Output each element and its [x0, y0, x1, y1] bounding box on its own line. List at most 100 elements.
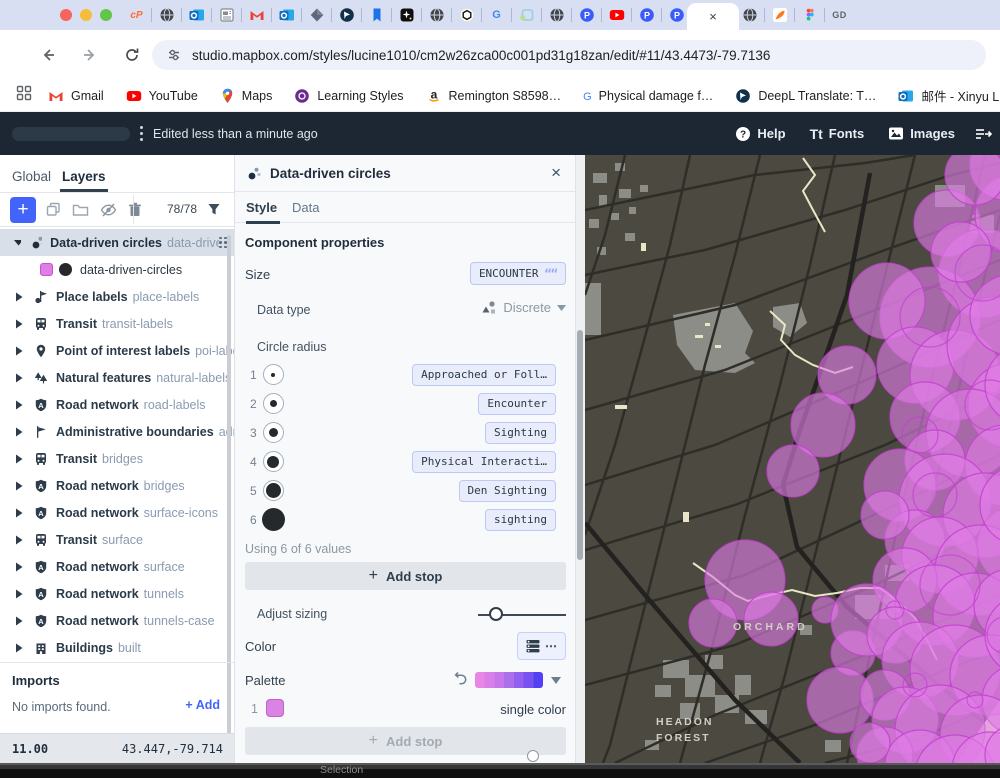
expand-caret-icon[interactable] — [16, 346, 23, 356]
globe-tab-icon[interactable] — [158, 7, 175, 24]
color-stop-swatch[interactable] — [266, 699, 284, 717]
size-value-button[interactable]: ENCOUNTER““ — [470, 262, 566, 285]
stop-value-button[interactable]: Den Sighting — [459, 480, 556, 502]
stop-value-button[interactable]: Encounter — [478, 393, 556, 415]
site-settings-icon[interactable] — [166, 47, 182, 63]
pblue-tab-icon[interactable]: P — [578, 7, 595, 24]
adjust-sizing-slider[interactable] — [478, 614, 566, 616]
bookmark-tab-icon[interactable] — [368, 7, 385, 24]
close-icon[interactable]: × — [551, 163, 561, 183]
undo-icon[interactable] — [453, 670, 468, 686]
layer-row[interactable]: ARoad networkroad-labels — [0, 391, 235, 418]
gmail-tab-icon[interactable] — [248, 7, 265, 24]
globe-tab-icon[interactable] — [548, 7, 565, 24]
back-icon[interactable] — [34, 41, 62, 69]
help-button[interactable]: ? Help — [735, 126, 785, 142]
expand-caret-icon[interactable] — [16, 562, 23, 572]
expand-caret-icon[interactable] — [16, 481, 23, 491]
bookmark-youtube[interactable]: YouTube — [126, 88, 198, 104]
layer-row[interactable]: Place labelsplace-labels — [0, 283, 235, 310]
expand-caret-icon[interactable] — [16, 643, 23, 653]
data-circle[interactable] — [850, 723, 890, 763]
frame-tab-icon[interactable] — [518, 7, 535, 24]
stop-value-button[interactable]: Sighting — [485, 422, 556, 444]
style-name-pill[interactable] — [12, 127, 130, 141]
layer-row[interactable]: ARoad networktunnels-case — [0, 607, 235, 634]
palette-gradient[interactable] — [475, 672, 543, 688]
map-canvas[interactable]: ORCHARDHEADONFOREST — [585, 155, 1000, 763]
figma-tab-icon[interactable] — [801, 7, 818, 24]
expand-caret-icon[interactable] — [16, 400, 23, 410]
window-close-button[interactable] — [60, 9, 72, 21]
bookmark-deepl[interactable]: DeepL Translate: T… — [735, 88, 876, 104]
slider-thumb[interactable] — [489, 607, 503, 621]
expand-caret-icon[interactable] — [16, 535, 23, 545]
tab-style[interactable]: Style — [246, 200, 277, 215]
panel-scrollbar[interactable] — [577, 330, 583, 560]
tab-overflow-text[interactable]: GD — [831, 7, 848, 24]
bookmark-maps[interactable]: Maps — [220, 88, 273, 104]
add-import-button[interactable]: + Add — [185, 698, 220, 712]
hide-layer-icon[interactable] — [100, 202, 117, 223]
google-tab-icon[interactable]: G — [488, 7, 505, 24]
globe-tab-icon[interactable] — [428, 7, 445, 24]
sparkle-tab-icon[interactable] — [398, 7, 415, 24]
pblue-tab-icon[interactable]: P — [638, 7, 655, 24]
data-type-value[interactable]: Discrete — [481, 300, 566, 315]
expand-caret-icon[interactable] — [16, 292, 23, 302]
add-layer-button[interactable]: + — [10, 197, 36, 223]
bookmark-purple[interactable]: Learning Styles — [294, 88, 403, 104]
expand-caret-icon[interactable] — [16, 319, 23, 329]
expand-caret-icon[interactable] — [16, 616, 23, 626]
data-circle[interactable] — [931, 222, 991, 282]
style-menu-icon[interactable] — [140, 125, 143, 143]
expand-caret-icon[interactable] — [16, 508, 23, 518]
openai-tab-icon[interactable] — [458, 7, 475, 24]
forward-icon[interactable] — [76, 41, 104, 69]
tab-layers[interactable]: Layers — [62, 169, 106, 184]
expand-caret-icon[interactable] — [16, 454, 23, 464]
window-minimize-button[interactable] — [80, 9, 92, 21]
outlook-tab-icon[interactable] — [278, 7, 295, 24]
expand-caret-icon[interactable] — [16, 427, 23, 437]
expand-caret-icon[interactable] — [16, 589, 23, 599]
cpanel-tab-icon[interactable]: cP — [128, 7, 145, 24]
deepl-tab-icon[interactable] — [338, 7, 355, 24]
layer-row[interactable]: Transitbridges — [0, 445, 235, 472]
globe-tab-icon[interactable] — [741, 7, 758, 24]
window-zoom-button[interactable] — [100, 9, 112, 21]
delete-layer-icon[interactable] — [128, 202, 142, 222]
reload-icon[interactable] — [118, 41, 146, 69]
youtube-tab-icon[interactable] — [608, 7, 625, 24]
fonts-button[interactable]: Tt Fonts — [810, 126, 865, 142]
group-layers-icon[interactable] — [72, 202, 89, 222]
outlook-tab-icon[interactable] — [188, 7, 205, 24]
cube-tab-icon[interactable] — [308, 7, 325, 24]
layer-row[interactable]: Buildingsbuilt — [0, 634, 235, 661]
tab-global[interactable]: Global — [12, 169, 51, 184]
bookmark-google[interactable]: GPhysical damage f… — [583, 87, 713, 105]
apps-grid-icon[interactable] — [16, 85, 32, 106]
data-circle[interactable] — [744, 592, 798, 646]
stop-value-button[interactable]: Approached or Foll… — [412, 364, 556, 386]
filter-layers-icon[interactable] — [207, 202, 221, 221]
export-panel-icon[interactable] — [975, 126, 998, 142]
collapse-caret-icon[interactable] — [14, 239, 21, 246]
url-bar[interactable]: studio.mapbox.com/styles/lucine1010/cm2w… — [152, 40, 986, 70]
layer-row[interactable]: Transittransit-labels — [0, 310, 235, 337]
layer-row[interactable]: Administrative boundariesadmin — [0, 418, 235, 445]
stop-value-button[interactable]: sighting — [485, 509, 556, 531]
add-color-stop-button[interactable]: +Add stop — [245, 727, 566, 755]
bookmark-gmail[interactable]: Gmail — [48, 88, 104, 104]
layer-row[interactable]: Natural featuresnatural-labels — [0, 364, 235, 391]
data-circle[interactable] — [861, 491, 909, 539]
news-tab-icon[interactable] — [218, 7, 235, 24]
images-button[interactable]: Images — [888, 126, 955, 141]
layer-row[interactable]: ARoad networkbridges — [0, 472, 235, 499]
data-circle[interactable] — [689, 599, 737, 647]
layer-group-row-selected[interactable]: Data-driven circles data-driven-ci — [0, 229, 235, 256]
data-circle[interactable] — [767, 445, 819, 497]
active-tab[interactable]: × — [687, 3, 739, 30]
layer-row[interactable]: Point of interest labelspoi-labels — [0, 337, 235, 364]
layer-row-selected-child[interactable]: data-driven-circles — [0, 256, 235, 283]
